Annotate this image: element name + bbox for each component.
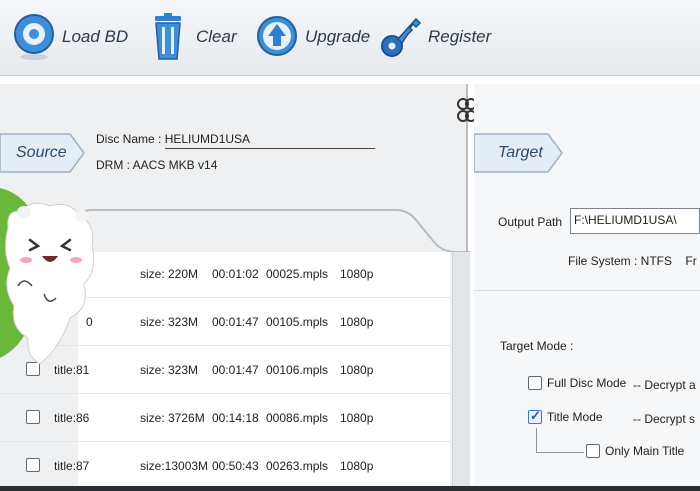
table-row[interactable]: title:87 size:13003M 00:50:43 00263.mpls… [0, 442, 456, 490]
title-duration: 00:01:02 [212, 266, 259, 281]
only-main-title-label: Only Main Title [605, 444, 685, 458]
title-checkbox[interactable] [26, 410, 40, 424]
title-mpls: 00025.mpls [266, 266, 329, 281]
title-resolution: 1080p [340, 266, 374, 281]
title-mode-checkbox[interactable]: Title Mode [528, 408, 603, 424]
disc-name-label: Disc Name : [96, 132, 162, 146]
disc-info: Disc Name : HELIUMD1USA DRM : AACS MKB v… [96, 130, 375, 182]
title-duration: 00:14:18 [212, 410, 259, 425]
title-resolution: 1080p [340, 362, 374, 377]
tab-source[interactable]: Source [0, 130, 86, 176]
title-size: size:13003M [140, 458, 209, 473]
title-duration: 00:01:47 [212, 362, 259, 377]
title-mode-desc: -- Decrypt s [633, 412, 696, 426]
tab-target[interactable]: Target [474, 130, 566, 176]
title-id: title:86 [54, 410, 90, 425]
load-bd-button[interactable]: Load BD [12, 6, 128, 68]
only-main-title-checkbox[interactable]: Only Main Title [586, 444, 684, 458]
drm-value: AACS MKB v14 [132, 158, 218, 172]
target-tab-label: Target [498, 144, 543, 161]
disc-name-value: HELIUMD1USA [164, 130, 375, 149]
title-mpls: 00263.mpls [266, 458, 329, 473]
full-disc-desc: -- Decrypt a [633, 378, 696, 392]
upgrade-label: Upgrade [305, 27, 371, 46]
load-bd-label: Load BD [62, 27, 129, 46]
title-size: size: 323M [140, 314, 199, 329]
title-mpls: 00105.mpls [266, 314, 329, 329]
title-duration: 00:01:47 [212, 314, 259, 329]
register-label: Register [428, 27, 492, 46]
clear-button[interactable]: Clear [146, 6, 237, 68]
full-disc-mode-label: Full Disc Mode [547, 376, 627, 390]
trash-icon [155, 13, 181, 60]
title-resolution: 1080p [340, 458, 374, 473]
full-disc-mode-checkbox[interactable]: Full Disc Mode [528, 376, 626, 390]
title-list-header [78, 209, 470, 252]
title-size: size: 3726M [140, 410, 205, 425]
checkbox-box-checked[interactable] [528, 408, 542, 424]
tree-connector [536, 452, 584, 453]
tree-connector [536, 428, 537, 452]
file-system-label: File System : NTFS [568, 254, 673, 268]
drm-label: DRM : [96, 158, 130, 172]
title-size: size: 323M [140, 362, 199, 377]
checkbox-box[interactable] [586, 444, 600, 458]
file-system-info: File System : NTFS Fr [568, 254, 697, 268]
title-duration: 00:50:43 [212, 458, 259, 473]
upgrade-button[interactable]: Upgrade [255, 6, 370, 68]
title-checkbox[interactable] [26, 458, 40, 472]
toolbar: Load BD Clear Upgrade Register [0, 0, 700, 76]
output-path-label: Output Path [498, 215, 563, 229]
title-mode-label: Title Mode [547, 410, 603, 424]
clear-label: Clear [196, 27, 237, 46]
file-system-extra: Fr [685, 254, 697, 268]
register-button[interactable]: Register [378, 6, 491, 68]
source-tab-label: Source [16, 144, 67, 161]
title-resolution: 1080p [340, 314, 374, 329]
title-size: size: 220M [140, 266, 199, 281]
key-icon [381, 17, 422, 57]
table-row[interactable]: title:86 size: 3726M 00:14:18 00086.mpls… [0, 394, 456, 442]
title-id: title:87 [54, 458, 90, 473]
checkbox-box[interactable] [528, 376, 542, 390]
disc-icon [14, 14, 54, 60]
target-mode-label: Target Mode : [500, 339, 574, 353]
cartoon-sticker [0, 188, 95, 365]
divider [474, 290, 700, 291]
title-mpls: 00106.mpls [266, 362, 329, 377]
title-resolution: 1080p [340, 410, 374, 425]
output-path-field[interactable]: F:\HELIUMD1USA\ [570, 208, 700, 234]
title-mpls: 00086.mpls [266, 410, 329, 425]
bottom-bar [0, 486, 700, 491]
upgrade-arrow-icon [257, 16, 297, 56]
